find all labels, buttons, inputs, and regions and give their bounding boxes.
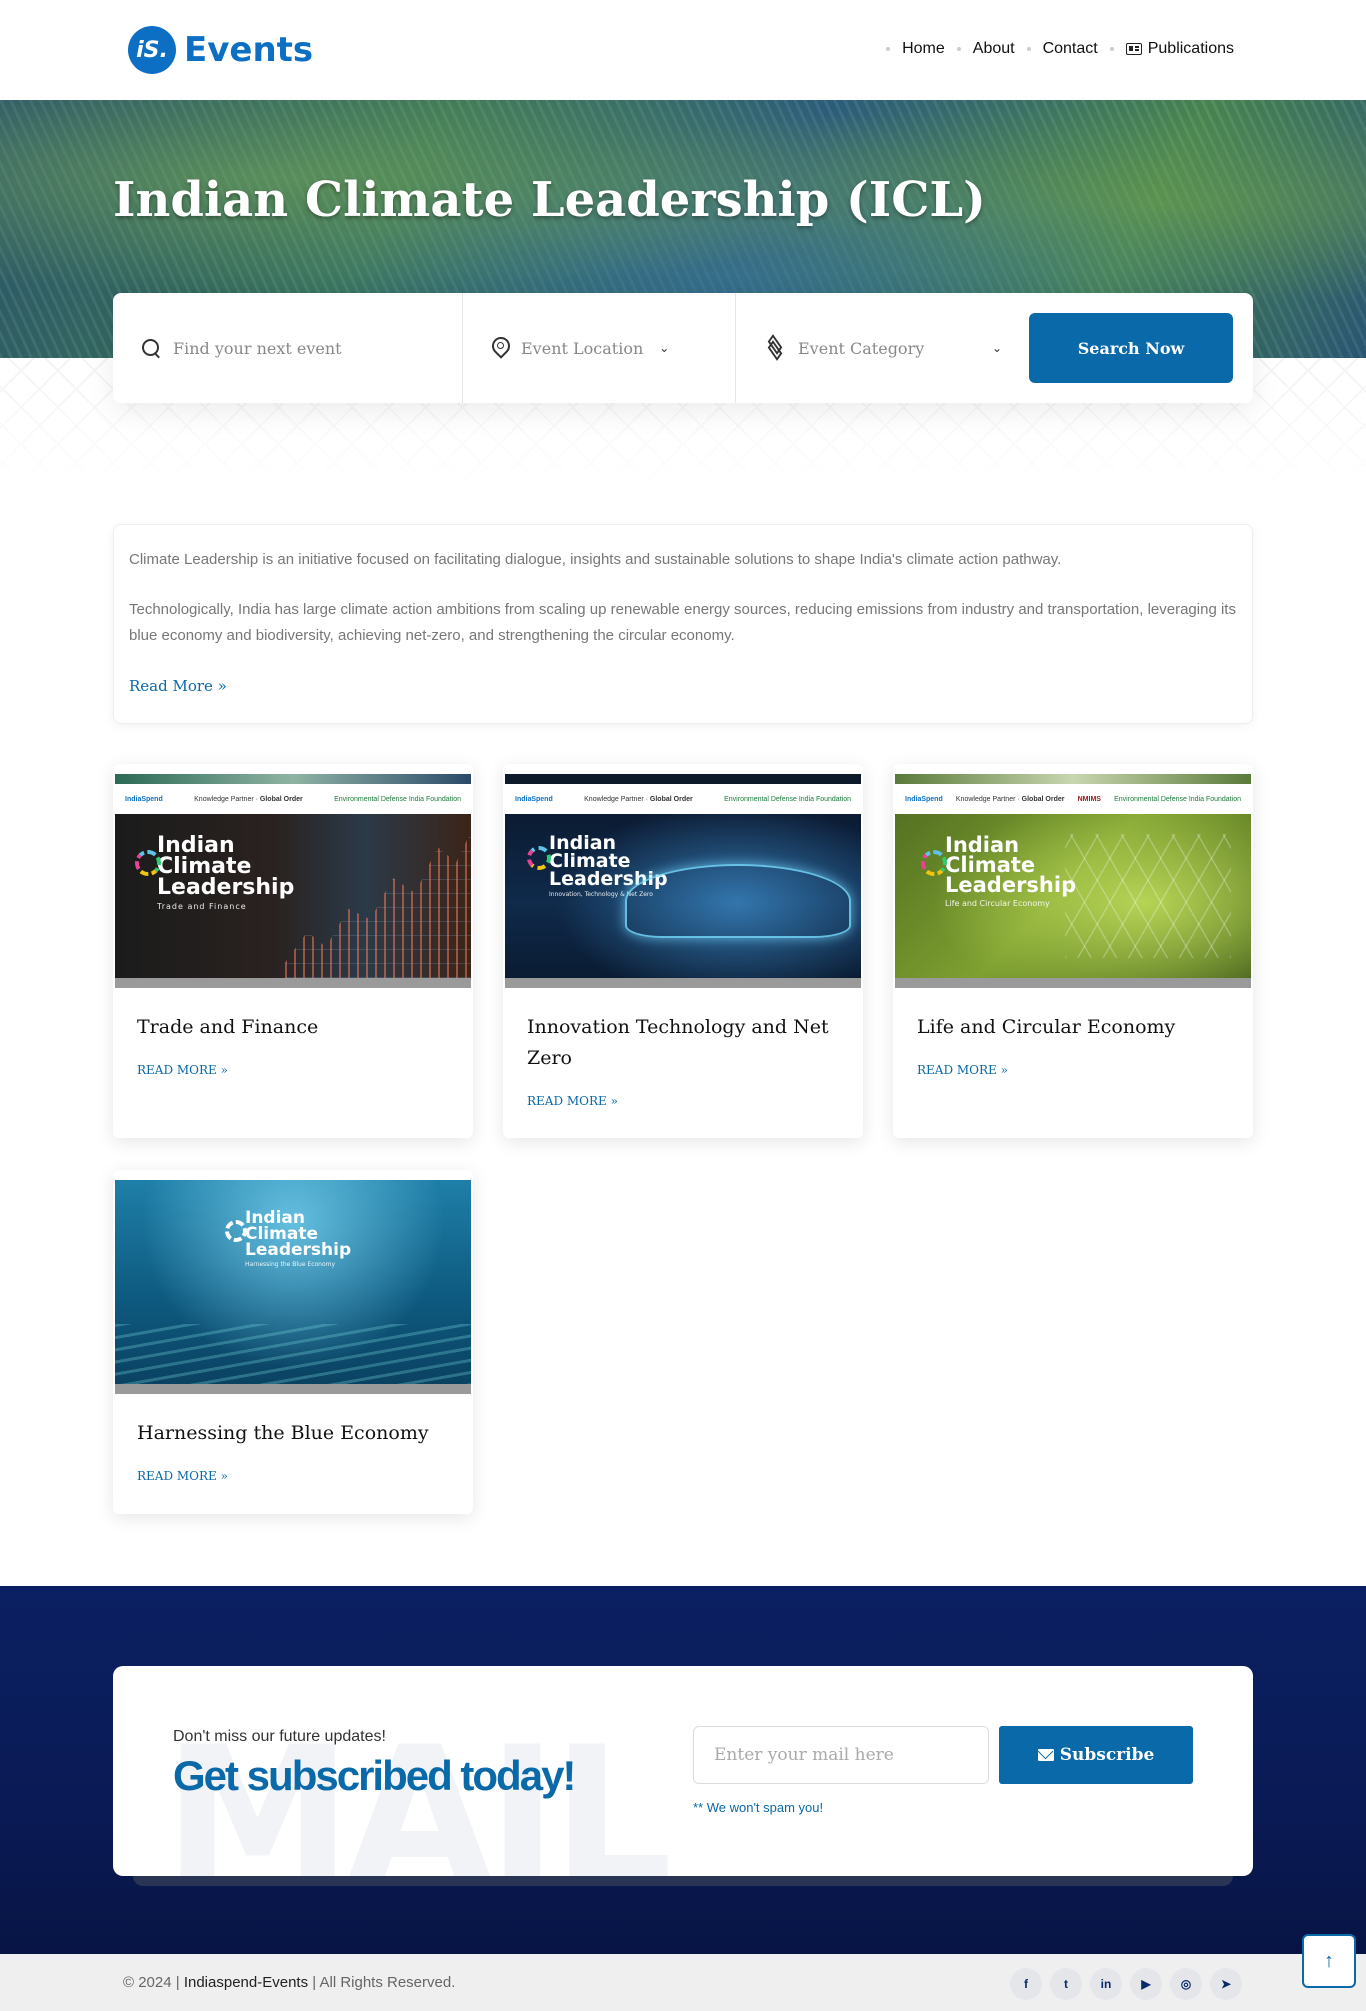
event-search-placeholder: Find your next event: [173, 338, 342, 358]
intro-paragraph: Technologically, India has large climate…: [129, 601, 1236, 644]
newsletter-heading: Get subscribed today!: [173, 1752, 576, 1799]
partner-logos: IndiaSpend Knowledge Partner · Global Or…: [895, 784, 1251, 814]
global-order-logo: Knowledge Partner · Global Order: [194, 795, 303, 803]
event-thumbnail[interactable]: Indian Climate Leadership Harnessing the…: [115, 1180, 471, 1394]
indiaspend-logo: IndiaSpend: [125, 795, 163, 803]
no-spam-note: ** We won't spam you!: [693, 1800, 824, 1815]
linkedin-icon[interactable]: in: [1090, 1968, 1122, 2000]
event-read-more-link[interactable]: READ MORE »: [917, 1063, 1229, 1077]
indiaspend-logo: IndiaSpend: [515, 795, 553, 803]
intro-card: Climate Leadership is an initiative focu…: [113, 524, 1253, 724]
chevron-down-icon: ⌄: [991, 341, 1002, 355]
nav-separator: [1109, 47, 1114, 51]
search-icon: [141, 338, 161, 358]
event-category-select[interactable]: Event Category ⌄: [736, 293, 1026, 403]
social-links: f t in ▶ ◎ ➤: [1010, 1968, 1242, 2000]
instagram-icon[interactable]: ◎: [1170, 1968, 1202, 2000]
icl-logo: Indian Climate Leadership Trade and Fina…: [135, 835, 294, 910]
nav-home[interactable]: Home: [902, 40, 945, 58]
thumbnail-top-bar: [505, 774, 861, 784]
partner-logos: IndiaSpend Knowledge Partner · Global Or…: [115, 784, 471, 814]
newsletter-kicker: Don't miss our future updates!: [173, 1728, 386, 1745]
nav-separator: [886, 47, 891, 51]
newsletter-card: MAIL Don't miss our future updates! Get …: [113, 1666, 1253, 1876]
main-nav: Home About Contact Publications: [886, 40, 1234, 58]
footer-brand-link[interactable]: Indiaspend-Events: [184, 1974, 308, 1991]
newspaper-icon: [1125, 43, 1142, 55]
event-read-more-link[interactable]: READ MORE »: [137, 1063, 449, 1077]
thumbnail-top-bar: [895, 774, 1251, 784]
youtube-icon[interactable]: ▶: [1130, 1968, 1162, 2000]
event-search-bar: Find your next event Event Location ⌄ Ev…: [113, 293, 1253, 403]
icl-logo: Indian Climate Leadership Life and Circu…: [921, 835, 1076, 907]
indiaspend-logo: IndiaSpend: [905, 795, 943, 803]
subscribe-button[interactable]: Subscribe: [999, 1726, 1193, 1784]
event-title[interactable]: Life and Circular Economy: [917, 1012, 1229, 1043]
global-order-logo: Knowledge Partner · Global Order: [584, 795, 693, 803]
thumbnail-top-bar: [115, 774, 471, 784]
envelope-icon: [1037, 1749, 1054, 1761]
event-location-select[interactable]: Event Location ⌄: [463, 293, 736, 403]
event-category-label: Event Category: [798, 338, 925, 358]
icl-logo: Indian Climate Leadership Harnessing the…: [225, 1210, 351, 1268]
nav-publications[interactable]: Publications: [1125, 40, 1234, 58]
copyright: © 2024 | Indiaspend-Events | All Rights …: [123, 1974, 456, 1991]
event-search-field[interactable]: Find your next event: [113, 293, 463, 403]
edif-logo: Environmental Defense India Foundation: [724, 795, 851, 803]
event-title[interactable]: Trade and Finance: [137, 1012, 449, 1043]
nav-separator: [1026, 47, 1031, 51]
layers-icon: [764, 334, 786, 361]
arrow-up-icon: ↑: [1324, 1949, 1334, 1972]
partner-logos: IndiaSpend Knowledge Partner · Global Or…: [505, 784, 861, 814]
event-read-more-link[interactable]: READ MORE »: [137, 1469, 449, 1483]
event-thumbnail[interactable]: IndiaSpend Knowledge Partner · Global Or…: [895, 774, 1251, 988]
event-title[interactable]: Harnessing the Blue Economy: [137, 1418, 449, 1449]
email-field[interactable]: [693, 1726, 989, 1784]
site-footer: © 2024 | Indiaspend-Events | All Rights …: [0, 1954, 1366, 2011]
chevron-down-icon: ⌄: [659, 341, 670, 355]
page-title: Indian Climate Leadership (ICL): [113, 172, 986, 228]
site-logo[interactable]: iS. Events: [128, 26, 313, 74]
nav-about[interactable]: About: [973, 40, 1015, 58]
twitter-icon[interactable]: t: [1050, 1968, 1082, 2000]
back-to-top-button[interactable]: ↑: [1302, 1934, 1356, 1988]
edif-logo: Environmental Defense India Foundation: [1114, 795, 1241, 803]
nav-separator: [956, 47, 961, 51]
nav-contact[interactable]: Contact: [1043, 40, 1098, 58]
intro-read-more-link[interactable]: Read More »: [129, 677, 227, 695]
event-title[interactable]: Innovation Technology and Net Zero: [527, 1012, 839, 1074]
event-read-more-link[interactable]: READ MORE »: [527, 1094, 839, 1108]
event-card[interactable]: IndiaSpend Knowledge Partner · Global Or…: [113, 764, 473, 1138]
event-card[interactable]: IndiaSpend Knowledge Partner · Global Or…: [893, 764, 1253, 1138]
edif-logo: Environmental Defense India Foundation: [334, 795, 461, 803]
event-thumbnail[interactable]: IndiaSpend Knowledge Partner · Global Or…: [115, 774, 471, 988]
facebook-icon[interactable]: f: [1010, 1968, 1042, 2000]
site-header: iS. Events Home About Contact Publicatio…: [0, 0, 1366, 100]
event-thumbnail[interactable]: IndiaSpend Knowledge Partner · Global Or…: [505, 774, 861, 988]
nmims-logo: NMIMS: [1077, 795, 1101, 803]
event-location-label: Event Location: [521, 338, 644, 358]
nav-publications-label: Publications: [1147, 40, 1234, 57]
logo-badge: iS.: [128, 26, 176, 74]
event-card[interactable]: IndiaSpend Knowledge Partner · Global Or…: [503, 764, 863, 1138]
global-order-logo: Knowledge Partner · Global Order: [955, 795, 1065, 803]
event-card[interactable]: Indian Climate Leadership Harnessing the…: [113, 1170, 473, 1514]
icl-logo: Indian Climate Leadership Innovation, Te…: [527, 834, 668, 898]
logo-text: Events: [184, 30, 314, 70]
intro-paragraph: Climate Leadership is an initiative focu…: [129, 551, 1062, 568]
telegram-icon[interactable]: ➤: [1210, 1968, 1242, 2000]
location-pin-icon: [491, 337, 509, 359]
subscribe-label: Subscribe: [1059, 1745, 1155, 1765]
search-now-button[interactable]: Search Now: [1029, 313, 1233, 383]
